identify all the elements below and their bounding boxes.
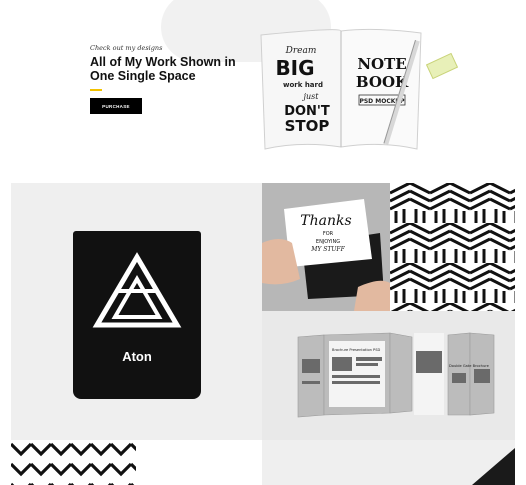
- hero-headline: All of My Work Shown in One Single Space: [90, 55, 236, 83]
- card-line-3: ENJOYING: [316, 239, 340, 245]
- thank-you-card-image: Thanks FOR ENJOYING MY STUFF: [262, 183, 390, 311]
- portfolio-tile-bag[interactable]: Aton: [11, 183, 262, 440]
- pouch-mockup-image: Aton: [73, 231, 201, 399]
- card-line-1: Thanks: [300, 213, 351, 229]
- page-frame: Check out my designs All of My Work Show…: [11, 0, 515, 485]
- portfolio-tile-chevron-pattern[interactable]: [11, 440, 136, 485]
- portfolio-tile-thank-you-card[interactable]: Thanks FOR ENJOYING MY STUFF: [262, 183, 390, 311]
- pouch-brand-text: Aton: [122, 349, 152, 364]
- card-line-2: FOR: [323, 231, 334, 237]
- headline-accent-bar: [90, 89, 102, 91]
- notebook-left-line-4: just: [302, 92, 320, 101]
- brochure-heading-left: Brochure Presentation PSD: [332, 348, 381, 352]
- notebook-left-line-1: Dream: [285, 46, 317, 56]
- notebook-left-line-3: work hard: [283, 81, 323, 89]
- eraser-image: [425, 52, 459, 80]
- hero-kicker: Check out my designs: [90, 44, 163, 52]
- notebook-right-line-1: NOTE: [357, 55, 406, 73]
- purchase-button[interactable]: PURCHASE: [90, 98, 142, 114]
- card-line-4: MY STUFF: [310, 246, 345, 253]
- portfolio-tile-brochure[interactable]: Brochure Presentation PSD Double Gate Br…: [262, 311, 515, 440]
- corner-shape-image: [472, 448, 515, 485]
- notebook-left-line-2: BIG: [275, 56, 314, 80]
- portfolio-tile-dark-corner[interactable]: [262, 440, 515, 485]
- hero-section: Check out my designs All of My Work Show…: [11, 0, 515, 183]
- geometric-pattern-image: [390, 183, 515, 311]
- brochure-heading-right: Double Gate Brochure: [449, 364, 490, 368]
- notebook-left-line-6: STOP: [285, 117, 330, 135]
- brochure-mockup-image: Brochure Presentation PSD Double Gate Br…: [262, 311, 515, 440]
- triangle-logo-icon: [92, 252, 182, 328]
- portfolio-tile-pattern[interactable]: [390, 183, 515, 311]
- chevron-pattern-image: [11, 440, 136, 485]
- portfolio-tile-blank: [136, 440, 262, 485]
